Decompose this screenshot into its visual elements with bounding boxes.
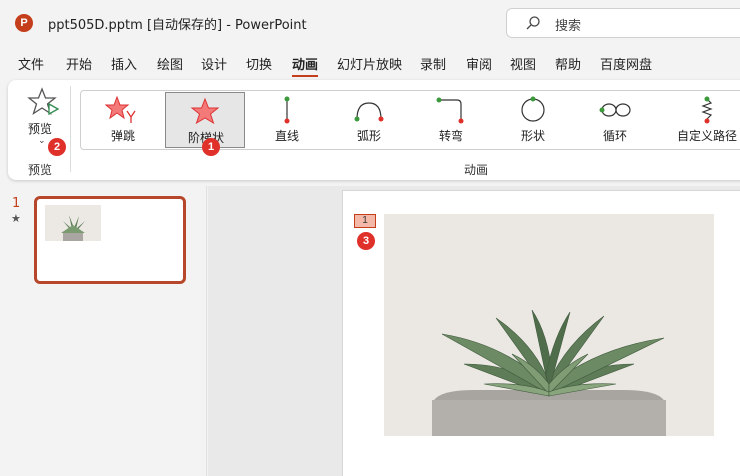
tab-insert[interactable]: 插入 (111, 54, 137, 73)
succulent-photo[interactable] (384, 214, 714, 436)
animation-label: 弧形 (356, 129, 381, 143)
document-title: ppt505D.pptm [自动保存的] - PowerPoint (48, 18, 307, 33)
animations-group-label: 动画 (464, 163, 489, 177)
tab-animations[interactable]: 动画 (292, 54, 319, 77)
animation-loop[interactable]: 循环 (575, 91, 655, 149)
tab-file[interactable]: 文件 (18, 54, 44, 73)
step-badge-2: 2 (48, 138, 66, 156)
animation-turn[interactable]: 转弯 (411, 91, 491, 149)
search-input[interactable]: 搜索 (506, 8, 740, 38)
tab-transitions[interactable]: 切换 (246, 54, 272, 73)
animation-label: 循环 (602, 129, 627, 143)
animation-label: 形状 (520, 129, 545, 143)
shape-path-icon (521, 96, 545, 122)
animation-custom-path[interactable]: 自定义路径 (657, 91, 740, 149)
turn-path-icon (436, 97, 464, 124)
arc-path-icon (354, 102, 384, 122)
tab-slideshow[interactable]: 幻灯片放映 (337, 54, 402, 73)
search-placeholder: 搜索 (555, 19, 582, 34)
tab-baidu-netdisk[interactable]: 百度网盘 (600, 54, 652, 73)
preview-group-label: 预览 (28, 163, 53, 177)
animation-label: 转弯 (438, 129, 463, 143)
preview-star-icon (27, 87, 60, 116)
ribbon: 预览 ⌄ 预览 弹跳 阶梯状 直线 (8, 80, 740, 180)
thumbnail-image (45, 205, 101, 241)
animation-shape[interactable]: 形状 (493, 91, 573, 149)
animation-label: 直线 (274, 129, 299, 143)
animation-star-icon: ★ (11, 212, 21, 225)
bounce-star-icon (105, 95, 136, 123)
tab-design[interactable]: 设计 (201, 54, 227, 73)
succulent-image (384, 214, 714, 436)
loop-path-icon (599, 103, 631, 117)
animation-label: 自定义路径 (676, 129, 737, 143)
slide-thumbnail[interactable] (34, 196, 186, 284)
group-divider (70, 86, 71, 172)
animation-arc[interactable]: 弧形 (329, 91, 409, 149)
step-badge-3: 3 (357, 232, 375, 250)
custom-path-icon (701, 96, 713, 124)
tab-help[interactable]: 帮助 (555, 54, 581, 73)
animation-line[interactable]: 直线 (247, 91, 327, 149)
tab-draw[interactable]: 绘图 (157, 54, 183, 73)
animation-label: 弹跳 (110, 129, 135, 143)
slide-number: 1 (12, 196, 21, 211)
ribbon-tabs: 文件 开始 插入 绘图 设计 切换 动画 幻灯片放映 录制 审阅 视图 帮助 百… (0, 50, 740, 77)
powerpoint-logo-icon: P (15, 14, 33, 32)
animation-bounce[interactable]: 弹跳 (83, 91, 163, 149)
chevron-down-icon[interactable]: ⌄ (38, 136, 46, 146)
tab-view[interactable]: 视图 (510, 54, 536, 73)
staircase-star-icon (190, 97, 220, 125)
title-bar: P ppt505D.pptm [自动保存的] - PowerPoint 搜索 (0, 0, 740, 46)
tab-record[interactable]: 录制 (420, 54, 446, 73)
animation-gallery: 弹跳 阶梯状 直线 弧形 转弯 (80, 90, 740, 150)
tab-home[interactable]: 开始 (66, 54, 92, 73)
preview-label: 预览 (28, 122, 53, 136)
line-path-icon (284, 96, 290, 124)
animation-order-tag[interactable]: 1 (354, 214, 376, 228)
search-icon (526, 16, 540, 30)
tab-review[interactable]: 审阅 (466, 54, 492, 73)
step-badge-1: 1 (202, 138, 220, 156)
